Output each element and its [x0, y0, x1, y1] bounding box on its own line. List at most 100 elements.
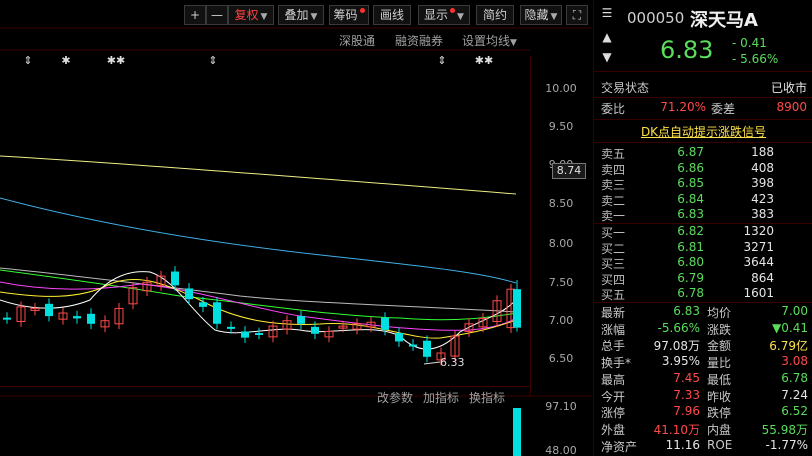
- candle-body-down: [199, 302, 207, 307]
- event-marker-icon: ⇕: [437, 54, 446, 67]
- stat-label: 涨跌: [707, 322, 732, 337]
- stat-label: 今开: [601, 389, 626, 404]
- asks-level-row[interactable]: 卖四 6.86 408: [594, 160, 812, 177]
- stat-label: 量比: [707, 356, 732, 371]
- draw-line-button[interactable]: 画线: [373, 5, 411, 25]
- menu-icon[interactable]: ☰: [600, 6, 614, 20]
- fuquan-button[interactable]: 复权 ▼: [228, 5, 274, 25]
- bids-level-volume: 864: [751, 270, 774, 285]
- stat-value: 6.52: [781, 404, 808, 419]
- margin-trading-link[interactable]: 融资融券: [395, 32, 443, 49]
- stat-label: 涨幅: [601, 322, 626, 337]
- dk-signal-link[interactable]: DK点自动提示涨跌信号: [594, 123, 812, 140]
- asks-level-volume: 423: [751, 191, 774, 206]
- candle-body-down: [73, 316, 81, 319]
- bids-level-row[interactable]: 买一 6.82 1320: [594, 223, 812, 240]
- stat-value: 6.78: [781, 370, 808, 385]
- bids-level-row[interactable]: 买二 6.81 3271: [594, 239, 812, 256]
- fuquan-label: 复权: [234, 8, 259, 22]
- asks-level-row[interactable]: 卖二 6.84 423: [594, 191, 812, 208]
- trade-status-row: 交易状态 已收市: [594, 77, 812, 97]
- weibi-label: 委比: [601, 102, 626, 116]
- quote-header: ☰ ▲ ▼ 000050 深天马A 6.83 - 0.41 - 5.66%: [594, 0, 812, 72]
- price-axis-tick: 7.50: [548, 276, 574, 289]
- weibi-value: 71.20%: [660, 100, 706, 114]
- price-axis-tick: 7.00: [548, 314, 574, 327]
- ma5-line: [0, 271, 517, 350]
- asks-level-volume: 383: [751, 207, 774, 221]
- stat-row: 最新 6.83 均价 7.00: [594, 304, 812, 321]
- candle-body-down: [409, 344, 417, 347]
- indicator-bar: 改参数 加指标 换指标: [0, 386, 530, 406]
- divider: [594, 302, 812, 303]
- weibi-row: 委比 71.20% 委差 8900: [594, 98, 812, 118]
- trade-status-value: 已收市: [770, 81, 807, 95]
- add-indicator-link[interactable]: 加指标: [423, 389, 459, 406]
- stat-label: 外盘: [601, 422, 626, 437]
- candle-body-down: [255, 333, 263, 336]
- asks-level-volume: 398: [751, 176, 774, 190]
- event-marker-icon: ✱✱: [475, 54, 493, 67]
- zoom-in-button[interactable]: +: [184, 5, 206, 25]
- switch-indicator-link[interactable]: 换指标: [469, 389, 505, 406]
- prev-stock-icon[interactable]: ▲: [600, 30, 614, 44]
- display-button[interactable]: 显示 ▼: [418, 5, 470, 25]
- divider: [594, 142, 812, 143]
- stock-name: 深天马A: [690, 10, 758, 31]
- divider: [594, 119, 812, 120]
- price-change-percent: - 5.66%: [732, 52, 779, 66]
- asks-level-volume: 188: [751, 145, 774, 159]
- low-price-label: 6.33: [440, 356, 465, 369]
- candle-body-down: [241, 331, 249, 338]
- stat-label: 跌停: [707, 406, 732, 421]
- compact-mode-button[interactable]: 简约: [476, 5, 514, 25]
- ma250-line: [0, 155, 517, 195]
- overlay-button[interactable]: 叠加 ▼: [278, 5, 324, 25]
- hide-button[interactable]: 隐藏 ▼: [520, 5, 562, 25]
- stat-value: -5.66%: [657, 320, 700, 335]
- stat-value: 3.08: [781, 354, 808, 369]
- stat-value: -1.77%: [765, 437, 808, 452]
- chip-distribution-button[interactable]: 筹码: [329, 5, 369, 25]
- stat-label: 昨收: [707, 389, 732, 404]
- event-marker-icon: ⇕: [208, 54, 217, 67]
- stat-row: 涨停 7.96 跌停 6.52: [594, 404, 812, 421]
- kline-chart-panel[interactable]: 6.33 ⇕ ✱ ✱✱ ⇕ ⇕ ✱✱ + — 复权 ▼ 叠加 ▼ 筹码 画线 显示 ▼ 简约 隐藏…: [0, 0, 592, 456]
- shengutong-link[interactable]: 深股通: [339, 32, 375, 49]
- edit-params-link[interactable]: 改参数: [377, 389, 413, 406]
- asks-level-row[interactable]: 卖五 6.87 188: [594, 144, 812, 161]
- trade-status-label: 交易状态: [601, 81, 650, 95]
- bids-level-row[interactable]: 买四 6.79 864: [594, 270, 812, 287]
- fullscreen-icon[interactable]: ⛶: [566, 5, 588, 25]
- bids-level-price: 6.78: [677, 286, 704, 300]
- ma-settings-link[interactable]: 设置均线▼: [462, 32, 517, 49]
- next-stock-icon[interactable]: ▼: [600, 50, 614, 64]
- candle-body-down: [311, 326, 319, 334]
- candle-body-down: [513, 289, 521, 328]
- candle-body-down: [185, 288, 193, 300]
- new-badge-icon: [359, 8, 365, 13]
- event-marker-icon: ⇕: [23, 54, 32, 67]
- stat-value: 11.16: [665, 437, 700, 452]
- last-price: 6.83: [660, 36, 714, 64]
- candle-body-down: [423, 340, 431, 357]
- stat-label: ROE: [707, 437, 733, 452]
- stat-value: 7.33: [673, 387, 700, 402]
- bids-level-row[interactable]: 买三 6.80 3644: [594, 254, 812, 271]
- quote-panel: ☰ ▲ ▼ 000050 深天马A 6.83 - 0.41 - 5.66% 交易…: [593, 0, 812, 456]
- asks-level-price: 6.87: [677, 145, 704, 159]
- asks-level-price: 6.86: [677, 160, 704, 175]
- zoom-out-button[interactable]: —: [206, 5, 228, 25]
- stat-label: 涨停: [601, 406, 626, 421]
- candle-body-down: [381, 317, 389, 330]
- stat-row: 今开 7.33 昨收 7.24: [594, 388, 812, 405]
- asks-level-row[interactable]: 卖三 6.85 398: [594, 175, 812, 192]
- stat-value: 6.79亿: [769, 339, 808, 354]
- bids-level-row[interactable]: 买五 6.78 1601: [594, 285, 812, 302]
- stat-row: 涨幅 -5.66% 涨跌 ▼0.41: [594, 321, 812, 338]
- asks-level-price: 6.85: [677, 176, 704, 190]
- low-price-marker: [423, 361, 441, 365]
- dk-signal-row: DK点自动提示涨跌信号: [594, 121, 812, 141]
- asks-level-row[interactable]: 卖一 6.83 383: [594, 206, 812, 223]
- price-axis-tick: 8.50: [548, 197, 574, 210]
